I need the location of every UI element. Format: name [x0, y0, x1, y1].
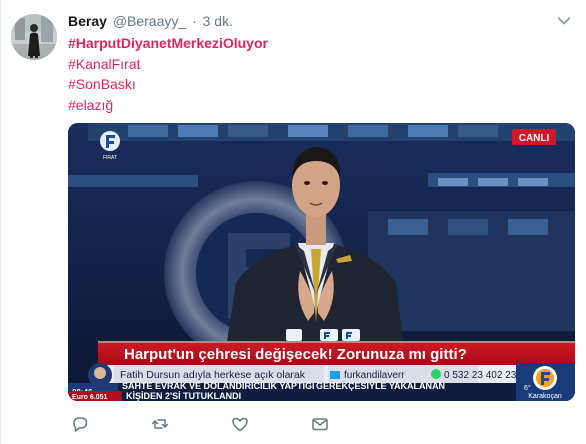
weather-temp: 6° [524, 384, 531, 392]
tweet-header: Beray @Beraayy_ · 3 dk. [68, 12, 233, 30]
news-ticker: 20:46 SAHTE EVRAK VE DOLANDIRICILIK YAPT… [68, 380, 575, 401]
ticker-bottom: KİŞİDEN 2'Sİ TUTUKLANDI [126, 391, 241, 401]
avatar[interactable] [11, 14, 57, 60]
live-badge-text: CANLI [519, 133, 550, 144]
hashtag-link[interactable]: #SonBaskı [68, 74, 268, 95]
weather-city: Karakoçan [528, 393, 562, 400]
ticker-top-left: SAHTE EVRAK VE DOLANDIRICILIK YAPTIĞI [122, 380, 315, 391]
headline-text: Harput'un çehresi değişecek! Zorunuza mı… [124, 346, 467, 363]
direct-message-icon[interactable] [310, 414, 330, 434]
separator: · [192, 13, 197, 29]
channel-logo: FIRAT [100, 131, 120, 161]
channel-logo-text: FIRAT [103, 155, 117, 161]
reply-icon[interactable] [70, 414, 90, 434]
tweet-media-image[interactable]: FIRAT CANLI Harput'un çehresi değişecek!… [68, 123, 575, 401]
hashtag-link[interactable]: #elazığ [68, 95, 268, 116]
author-handle[interactable]: @Beraayy_ [113, 13, 186, 29]
hashtag-link[interactable]: #KanalFırat [68, 54, 268, 75]
microphones [286, 329, 360, 341]
twitter-handle: furkandilaverr [344, 370, 405, 381]
ticker-top-right: GEREKÇESİYLE YAKALANAN [316, 381, 445, 391]
euro-label: Euro 6.051 [72, 394, 108, 401]
chevron-down-icon[interactable] [557, 16, 571, 26]
tweet-card[interactable]: Beray @Beraayy_ · 3 dk. #HarputDiyanetMe… [0, 0, 586, 444]
tweet-text: #HarputDiyanetMerkeziOluyor #KanalFırat … [68, 33, 268, 115]
author-name[interactable]: Beray [68, 13, 107, 29]
tweet-actions [68, 414, 368, 434]
timestamp[interactable]: 3 dk. [203, 13, 233, 29]
live-badge: CANLI [512, 129, 556, 145]
headline-bar: Harput'un çehresi değişecek! Zorunuza mı… [98, 341, 575, 365]
caller-text: Fatih Dursun adıyla herkese açık olarak [120, 369, 306, 381]
like-icon[interactable] [230, 414, 250, 434]
phone-number: 0 532 23 402 23 [444, 370, 517, 381]
retweet-icon[interactable] [150, 414, 170, 434]
hashtag-link[interactable]: #HarputDiyanetMerkeziOluyor [68, 33, 268, 54]
weather-widget: 6° Karakoçan [516, 363, 575, 401]
